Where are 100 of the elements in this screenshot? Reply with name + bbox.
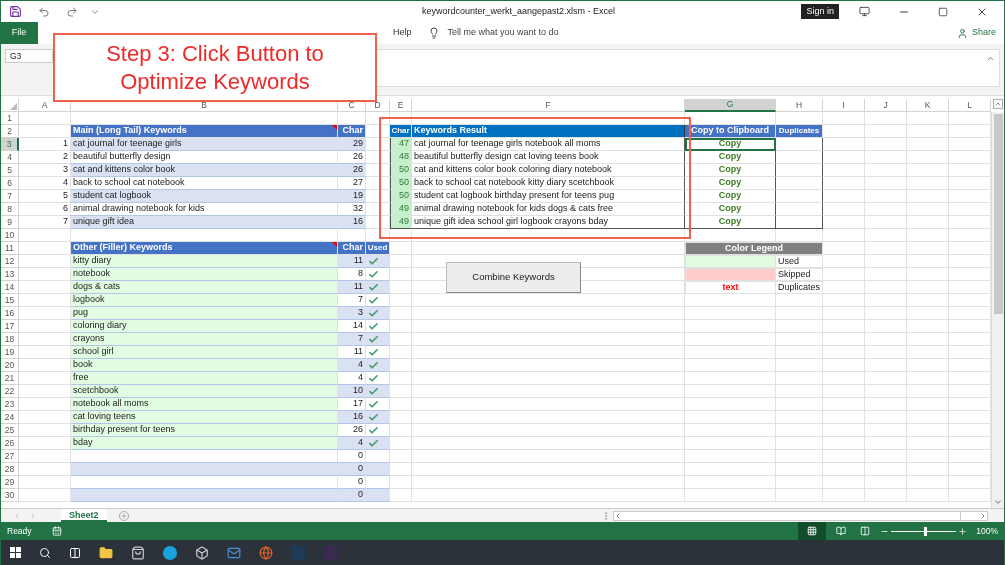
- save-icon[interactable]: [9, 5, 22, 18]
- copy-cell[interactable]: Copy: [685, 216, 776, 229]
- empty-cell: [823, 489, 865, 502]
- macro-record-icon[interactable]: [51, 526, 62, 536]
- table-cell: 3: [338, 307, 366, 320]
- ribbon-tab[interactable]: Help: [393, 26, 412, 40]
- redo-icon[interactable]: [66, 5, 78, 18]
- scroll-up-icon[interactable]: [992, 99, 1003, 109]
- column-header[interactable]: F: [412, 99, 685, 112]
- row-header[interactable]: 21: [1, 372, 19, 385]
- column-header[interactable]: H: [776, 99, 823, 112]
- empty-cell: [776, 450, 823, 463]
- row-header[interactable]: 3: [1, 138, 19, 151]
- zoom-level[interactable]: 100%: [976, 524, 998, 538]
- row-header[interactable]: 25: [1, 424, 19, 437]
- row-header[interactable]: 2: [1, 125, 19, 138]
- copy-cell[interactable]: Copy: [685, 164, 776, 177]
- empty-cell: [865, 268, 907, 281]
- row-header[interactable]: 18: [1, 333, 19, 346]
- empty-cell: [865, 463, 907, 476]
- empty-cell: [865, 437, 907, 450]
- row-header[interactable]: 7: [1, 190, 19, 203]
- row-header[interactable]: 30: [1, 489, 19, 502]
- scroll-down-icon[interactable]: [993, 497, 1003, 507]
- browser-icon[interactable]: [259, 545, 273, 560]
- copy-cell[interactable]: Copy: [685, 177, 776, 190]
- column-header[interactable]: J: [865, 99, 907, 112]
- file-tab[interactable]: File: [1, 22, 38, 44]
- row-header[interactable]: 9: [1, 216, 19, 229]
- column-header[interactable]: G: [685, 99, 776, 112]
- row-header[interactable]: 15: [1, 294, 19, 307]
- row-header[interactable]: 17: [1, 320, 19, 333]
- empty-cell: [823, 268, 865, 281]
- empty-cell: [823, 216, 865, 229]
- sign-in-button[interactable]: Sign in: [801, 3, 839, 20]
- row-header[interactable]: 29: [1, 476, 19, 489]
- normal-view-icon[interactable]: [807, 526, 818, 536]
- share-button[interactable]: Share: [956, 26, 996, 40]
- zoom-slider-thumb[interactable]: [923, 526, 927, 536]
- row-header[interactable]: 1: [1, 112, 19, 125]
- page-layout-icon[interactable]: [836, 526, 847, 536]
- folder-icon[interactable]: [99, 545, 113, 560]
- row-header[interactable]: 11: [1, 242, 19, 255]
- row-header[interactable]: 24: [1, 411, 19, 424]
- row-header[interactable]: 20: [1, 359, 19, 372]
- empty-cell: [776, 177, 823, 190]
- scroll-right-icon[interactable]: [979, 511, 987, 520]
- page-break-icon[interactable]: [860, 526, 871, 536]
- row-header[interactable]: 6: [1, 177, 19, 190]
- row-header[interactable]: 10: [1, 229, 19, 242]
- column-header[interactable]: I: [823, 99, 865, 112]
- row-header[interactable]: 22: [1, 385, 19, 398]
- row-header[interactable]: 13: [1, 268, 19, 281]
- combine-keywords-button[interactable]: Combine Keywords: [446, 262, 581, 293]
- ribbon-display-icon[interactable]: [859, 6, 870, 17]
- row-header[interactable]: 5: [1, 164, 19, 177]
- store-icon[interactable]: [131, 545, 145, 560]
- copy-cell[interactable]: Copy: [685, 138, 776, 151]
- search-icon[interactable]: [39, 546, 51, 559]
- column-header[interactable]: L: [949, 99, 991, 112]
- vertical-scrollbar[interactable]: [993, 114, 1003, 314]
- chat-app-icon[interactable]: [163, 545, 177, 560]
- row-header[interactable]: 8: [1, 203, 19, 216]
- copy-cell[interactable]: Copy: [685, 151, 776, 164]
- empty-cell: [865, 229, 907, 242]
- row-header[interactable]: 27: [1, 450, 19, 463]
- row-header[interactable]: 16: [1, 307, 19, 320]
- horizontal-scrollbar[interactable]: [613, 510, 988, 521]
- table-cell: 26: [338, 164, 366, 177]
- row-header[interactable]: 28: [1, 463, 19, 476]
- maximize-icon[interactable]: [938, 6, 948, 17]
- copy-cell[interactable]: Copy: [685, 190, 776, 203]
- windows-icon[interactable]: [10, 547, 21, 558]
- table-cell: 11: [338, 281, 366, 294]
- row-header[interactable]: 19: [1, 346, 19, 359]
- name-box[interactable]: G3: [5, 49, 53, 63]
- row-header[interactable]: 26: [1, 437, 19, 450]
- table-cell: 16: [338, 411, 366, 424]
- legend-label: Duplicates: [776, 281, 823, 294]
- row-header[interactable]: 14: [1, 281, 19, 294]
- scroll-left-icon[interactable]: [614, 511, 622, 520]
- row-header[interactable]: 12: [1, 255, 19, 268]
- sheet-tab[interactable]: Sheet2: [61, 509, 107, 522]
- splitter-handle-icon[interactable]: [605, 511, 607, 520]
- mail-icon[interactable]: [227, 545, 241, 560]
- tell-me-field[interactable]: Tell me what you want to do: [447, 26, 559, 40]
- collapse-icon[interactable]: [986, 54, 995, 63]
- column-header[interactable]: K: [907, 99, 949, 112]
- empty-cell: [776, 359, 823, 372]
- column-header[interactable]: E: [390, 99, 412, 112]
- annotation-text: Optimize Keywords: [120, 67, 310, 96]
- undo-icon[interactable]: [38, 5, 50, 18]
- row-header[interactable]: 4: [1, 151, 19, 164]
- empty-cell: [823, 385, 865, 398]
- row-header[interactable]: 23: [1, 398, 19, 411]
- box-icon[interactable]: [195, 545, 209, 560]
- empty-cell: [865, 320, 907, 333]
- zoom-in-icon[interactable]: [958, 526, 968, 536]
- task-view-icon[interactable]: [69, 546, 81, 559]
- copy-cell[interactable]: Copy: [685, 203, 776, 216]
